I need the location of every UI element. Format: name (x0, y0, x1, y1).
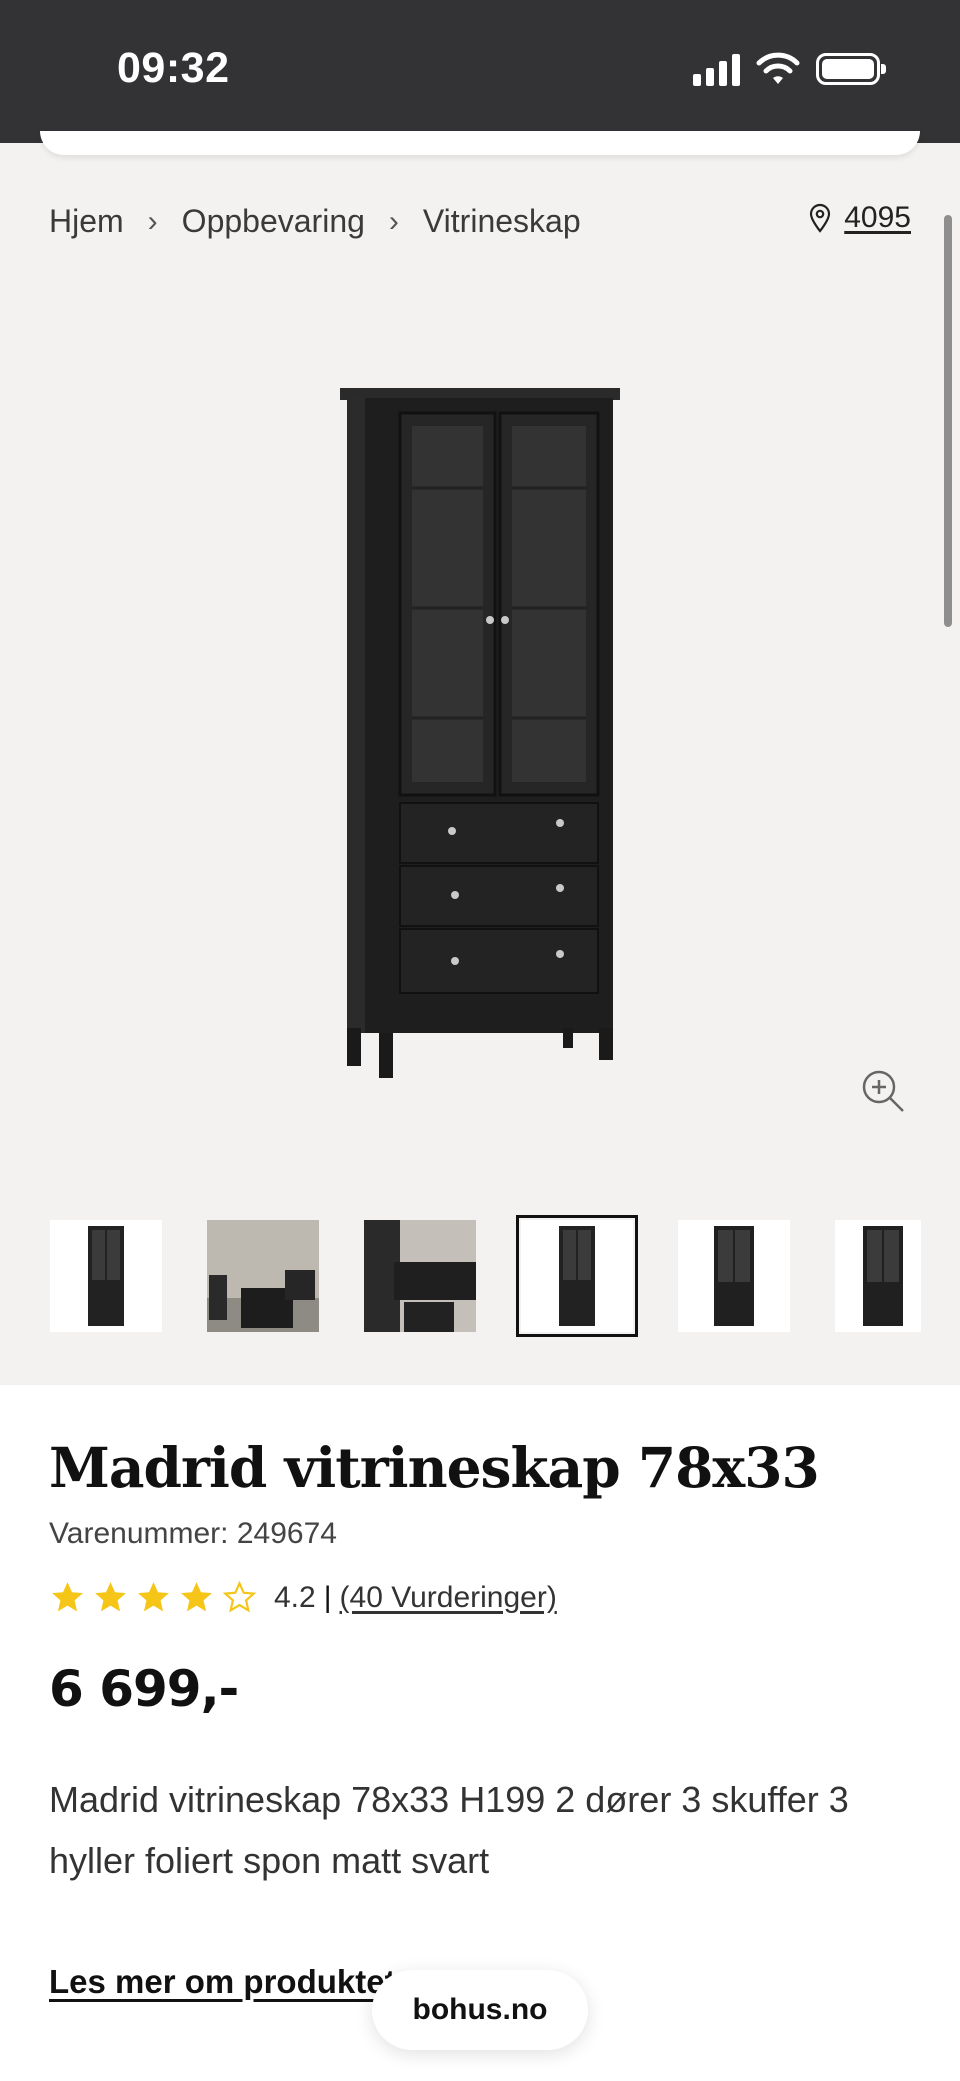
star-filled-icon (95, 1582, 126, 1612)
breadcrumb: Hjem › Oppbevaring › Vitrineskap (49, 203, 581, 240)
status-time: 09:32 (117, 44, 230, 92)
rating-stars (49, 1579, 258, 1616)
thumbnail-6[interactable] (835, 1220, 921, 1332)
star-empty-icon (222, 1580, 257, 1613)
product-rating: 4.2 | (40 Vurderinger) (49, 1579, 557, 1616)
chevron-right-icon: › (388, 204, 399, 238)
browser-url-pill[interactable]: bohus.no (372, 1970, 588, 2050)
product-gallery: Hjem › Oppbevaring › Vitrineskap 4095 (0, 131, 960, 1385)
location-pin-icon (810, 203, 831, 233)
breadcrumb-item-hjem[interactable]: Hjem (49, 203, 124, 240)
product-description: Madrid vitrineskap 78x33 H199 2 dører 3 … (49, 1779, 849, 1881)
product-title: Madrid vitrineskap 78x33 (49, 1435, 820, 1500)
zoom-in-icon[interactable] (858, 1066, 908, 1116)
star-filled-icon (138, 1582, 169, 1612)
breadcrumb-item-oppbevaring[interactable]: Oppbevaring (182, 203, 365, 240)
header-edge (40, 131, 920, 155)
thumbnail-strip (50, 1215, 960, 1340)
thumbnail-1[interactable] (50, 1220, 162, 1332)
wifi-icon (756, 52, 800, 84)
product-sku: Varenummer: 249674 (49, 1517, 337, 1550)
product-price: 6 699,- (49, 1660, 239, 1718)
status-icons (693, 52, 886, 86)
thumbnail-5[interactable] (678, 1220, 790, 1332)
scrollbar-thumb[interactable] (944, 215, 952, 627)
reviews-link[interactable]: (40 Vurderinger) (340, 1581, 557, 1615)
store-number: 4095 (844, 201, 911, 234)
product-info: Madrid vitrineskap 78x33 Varenummer: 249… (0, 1385, 960, 2081)
read-more-link[interactable]: Les mer om produktet (49, 1963, 396, 2001)
product-image[interactable] (335, 388, 625, 1220)
chevron-right-icon: › (147, 204, 158, 238)
rating-value: 4.2 (274, 1580, 316, 1614)
thumbnail-4[interactable] (516, 1215, 638, 1337)
star-filled-icon (52, 1582, 83, 1612)
store-selector[interactable]: 4095 (808, 201, 911, 235)
thumbnail-2[interactable] (207, 1220, 319, 1332)
cellular-signal-icon (693, 52, 740, 86)
breadcrumb-item-vitrineskap[interactable]: Vitrineskap (423, 203, 581, 240)
thumbnail-3[interactable] (364, 1220, 476, 1332)
rating-separator: | (323, 1580, 332, 1614)
star-filled-icon (181, 1582, 212, 1612)
battery-icon (816, 53, 886, 85)
status-bar: 09:32 (0, 0, 960, 143)
